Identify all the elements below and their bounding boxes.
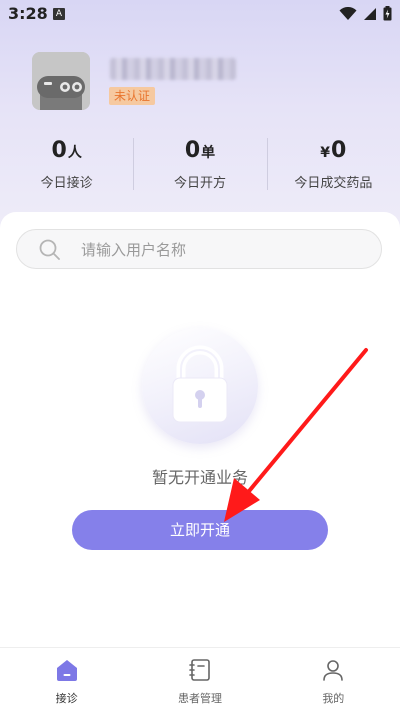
verify-status-badge[interactable]: 未认证 <box>109 87 156 105</box>
stats-row: 0人 今日接诊 0单 今日开方 ¥0 今日成交药品 <box>0 136 400 192</box>
notebook-icon <box>189 659 210 681</box>
bottom-tab-bar: 接诊 患者管理 我的 <box>0 647 400 711</box>
battery-charging-icon <box>383 6 392 21</box>
notification-a-icon: A <box>53 8 65 20</box>
stat-today-patients[interactable]: 0人 今日接诊 <box>0 136 133 192</box>
stat-today-drug-sales[interactable]: ¥0 今日成交药品 <box>266 136 400 192</box>
stat-label: 今日接诊 <box>40 176 93 191</box>
stat-label: 今日开方 <box>173 176 226 191</box>
status-time: 3:28 <box>8 4 48 23</box>
search-input[interactable] <box>79 230 373 270</box>
open-now-button[interactable]: 立即开通 <box>72 510 328 550</box>
avatar-robot-icon <box>32 52 90 110</box>
status-icons <box>339 6 392 21</box>
home-icon <box>56 660 77 681</box>
stat-value: 0人 <box>51 138 82 163</box>
empty-state-message: 暂无开通业务 <box>151 468 248 487</box>
status-bar: 3:28 A <box>0 0 400 28</box>
tab-label: 患者管理 <box>177 692 222 705</box>
tab-reception[interactable]: 接诊 <box>0 648 133 711</box>
search-icon <box>39 239 60 260</box>
signal-icon <box>364 7 376 20</box>
lock-illustration <box>142 328 258 444</box>
tab-mine[interactable]: 我的 <box>267 648 400 711</box>
person-icon <box>323 660 344 681</box>
header-background <box>0 0 400 240</box>
tab-patient-management[interactable]: 患者管理 <box>133 648 266 711</box>
stat-today-prescriptions[interactable]: 0单 今日开方 <box>133 136 266 192</box>
tab-label: 我的 <box>322 692 345 705</box>
search-bar[interactable] <box>16 229 382 270</box>
avatar[interactable] <box>32 52 90 110</box>
stat-label: 今日成交药品 <box>294 176 373 191</box>
lock-icon <box>172 345 228 423</box>
wifi-icon <box>339 6 357 20</box>
stat-value: ¥0 <box>320 138 347 163</box>
main-card: 暂无开通业务 立即开通 <box>0 212 400 647</box>
stat-value: 0单 <box>184 138 216 163</box>
user-name-blurred <box>110 58 236 80</box>
tab-label: 接诊 <box>55 692 78 705</box>
